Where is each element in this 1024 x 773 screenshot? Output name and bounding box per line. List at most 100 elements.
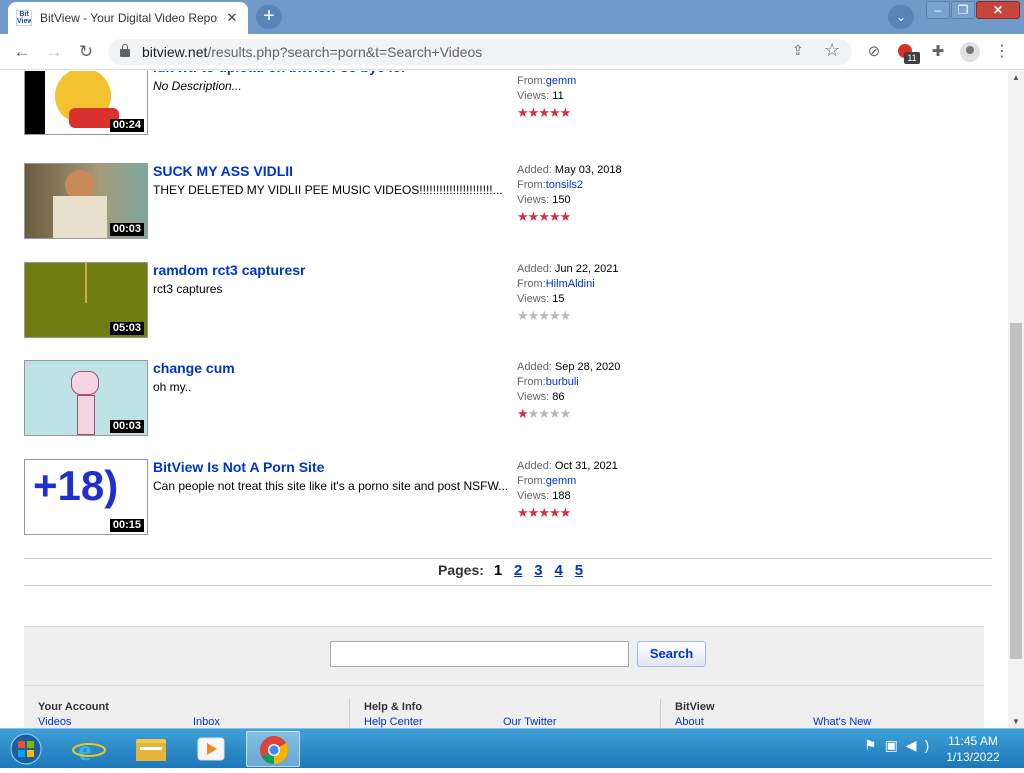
video-uploader: From:tonsils2 xyxy=(517,179,584,191)
footer-link-twitter[interactable]: Our Twitter xyxy=(503,716,557,728)
media-player-icon[interactable] xyxy=(184,731,238,767)
video-rating: ★★★★★ xyxy=(517,406,572,422)
page-link-5[interactable]: 5 xyxy=(575,562,583,579)
block-extension-icon[interactable]: ⊘ xyxy=(864,42,884,62)
tab-search-icon[interactable]: ⌄ xyxy=(888,5,914,29)
rating-star-icon: ★ xyxy=(548,505,561,520)
rating-star-icon: ★ xyxy=(559,406,572,421)
lock-icon[interactable] xyxy=(120,44,130,58)
footer-link-videos[interactable]: Videos xyxy=(38,716,71,728)
footer-search-input[interactable] xyxy=(330,641,629,667)
address-bar[interactable]: bitview.net/results.php?search=porn&t=Se… xyxy=(108,39,852,65)
video-title-link[interactable]: BitView Is Not A Porn Site xyxy=(153,459,324,475)
action-center-flag-icon[interactable]: ⚑ xyxy=(864,737,885,753)
url-text[interactable]: bitview.net/results.php?search=porn&t=Se… xyxy=(142,44,482,60)
footer-link-inbox[interactable]: Inbox xyxy=(193,716,220,728)
scroll-down-arrow-icon[interactable]: ▼ xyxy=(1012,717,1020,726)
video-description: oh my.. xyxy=(153,380,192,394)
uploader-link[interactable]: gemm xyxy=(546,475,577,487)
video-views: Views: 86 xyxy=(517,391,565,403)
video-title-link[interactable]: idk wtf to upload on bitview so bye lol xyxy=(153,71,405,75)
video-duration: 00:15 xyxy=(109,519,144,532)
chrome-taskbar-icon[interactable] xyxy=(246,731,300,767)
uploader-link[interactable]: burbuli xyxy=(546,376,579,388)
scroll-up-arrow-icon[interactable]: ▲ xyxy=(1012,73,1020,82)
rating-star-icon: ★ xyxy=(559,505,572,520)
video-thumbnail[interactable]: +18) 00:15 xyxy=(24,459,148,535)
share-icon[interactable]: ⇪ xyxy=(792,42,804,59)
adblock-extension-icon[interactable]: 11 xyxy=(896,42,920,64)
rating-star-icon: ★ xyxy=(559,308,572,323)
extension-badge: 11 xyxy=(904,52,920,64)
video-description: Can people not treat this site like it's… xyxy=(153,479,509,493)
extensions-puzzle-icon[interactable]: ✚ xyxy=(928,42,948,62)
internet-explorer-icon[interactable]: e xyxy=(62,731,116,767)
file-explorer-icon[interactable] xyxy=(124,731,178,767)
page-link-3[interactable]: 3 xyxy=(534,562,542,579)
restore-window-button[interactable]: ❐ xyxy=(951,1,975,19)
footer-link-about[interactable]: About xyxy=(675,716,704,728)
video-uploader: From:burbuli xyxy=(517,376,579,388)
video-title-link[interactable]: SUCK MY ASS VIDLII xyxy=(153,163,293,179)
footer-link-help-center[interactable]: Help Center xyxy=(364,716,423,728)
page-link-4[interactable]: 4 xyxy=(555,562,563,579)
video-result-row: 05:03 ramdom rct3 capturesr rct3 captures A… xyxy=(24,262,724,340)
video-title-link[interactable]: change cum xyxy=(153,360,235,376)
browser-tab[interactable]: Bit View BitView - Your Digital Video Re… xyxy=(8,2,248,34)
rating-star-icon: ★ xyxy=(527,209,540,224)
page-link-2[interactable]: 2 xyxy=(514,562,522,579)
uploader-link[interactable]: HilmAldini xyxy=(546,278,595,290)
start-button[interactable] xyxy=(8,732,44,766)
browser-tab-strip: Bit View BitView - Your Digital Video Re… xyxy=(0,0,1024,34)
rating-star-icon: ★ xyxy=(527,308,540,323)
rating-star-icon: ★ xyxy=(559,209,572,224)
video-result-row: +18) 00:15 BitView Is Not A Porn Site Can p… xyxy=(24,459,724,537)
footer-heading-bitview: BitView xyxy=(675,701,715,713)
scrollbar-thumb[interactable] xyxy=(1010,323,1022,659)
kebab-menu-icon[interactable]: ⋮ xyxy=(992,42,1012,62)
video-rating: ★★★★★ xyxy=(517,105,572,121)
uploader-link[interactable]: tonsils2 xyxy=(546,179,583,191)
favicon-icon: Bit View xyxy=(16,10,32,26)
rating-star-icon: ★ xyxy=(538,308,550,323)
back-arrow-icon[interactable]: ← xyxy=(10,40,34,64)
forward-arrow-icon[interactable]: → xyxy=(42,40,66,64)
taskbar-clock[interactable]: 11:45 AM 1/13/2022 xyxy=(940,733,1006,765)
close-tab-icon[interactable]: ✕ xyxy=(224,10,240,26)
video-views: Views: 11 xyxy=(517,90,564,102)
rating-star-icon: ★ xyxy=(538,209,550,224)
footer-search-button[interactable]: Search xyxy=(637,641,706,667)
rating-star-icon: ★ xyxy=(517,308,529,323)
video-thumbnail[interactable]: 00:24 xyxy=(24,71,148,135)
page-scrollbar[interactable]: ▲ ▼ xyxy=(1008,71,1024,728)
minimize-window-button[interactable]: – xyxy=(926,1,950,19)
video-added: Added: Oct 31, 2021 xyxy=(517,460,618,472)
video-thumbnail[interactable]: 05:03 xyxy=(24,262,148,338)
rating-star-icon: ★ xyxy=(559,105,572,120)
video-uploader: From:gemm xyxy=(517,475,577,487)
bookmark-star-icon[interactable]: ☆ xyxy=(824,40,840,61)
close-window-button[interactable]: ✕ xyxy=(976,1,1020,19)
rating-star-icon: ★ xyxy=(517,406,529,421)
footer-column-separator xyxy=(660,699,661,728)
video-views: Views: 188 xyxy=(517,490,571,502)
footer-link-whats-new[interactable]: What's New xyxy=(813,716,871,728)
video-views: Views: 150 xyxy=(517,194,571,206)
video-duration: 00:03 xyxy=(109,223,144,236)
video-title-link[interactable]: ramdom rct3 capturesr xyxy=(153,262,306,278)
rating-star-icon: ★ xyxy=(517,105,529,120)
network-icon[interactable]: ▣ xyxy=(885,737,906,753)
rating-star-icon: ★ xyxy=(527,105,540,120)
new-tab-button[interactable]: + xyxy=(256,5,282,29)
pagination: Pages: 1 2 3 4 5 xyxy=(438,562,583,579)
system-tray: ⚑▣◀) xyxy=(864,737,937,754)
uploader-link[interactable]: gemm xyxy=(546,75,577,87)
footer-column-separator xyxy=(349,699,350,728)
reload-icon[interactable]: ↻ xyxy=(74,40,98,64)
video-meta: Added: May 03, 2018 From:tonsils2 Views: 1… xyxy=(517,163,622,208)
video-views: Views: 15 xyxy=(517,293,565,305)
video-thumbnail[interactable]: 00:03 xyxy=(24,360,148,436)
volume-icon[interactable]: ◀) xyxy=(906,737,937,753)
profile-avatar-icon[interactable] xyxy=(960,42,980,62)
video-thumbnail[interactable]: 00:03 xyxy=(24,163,148,239)
